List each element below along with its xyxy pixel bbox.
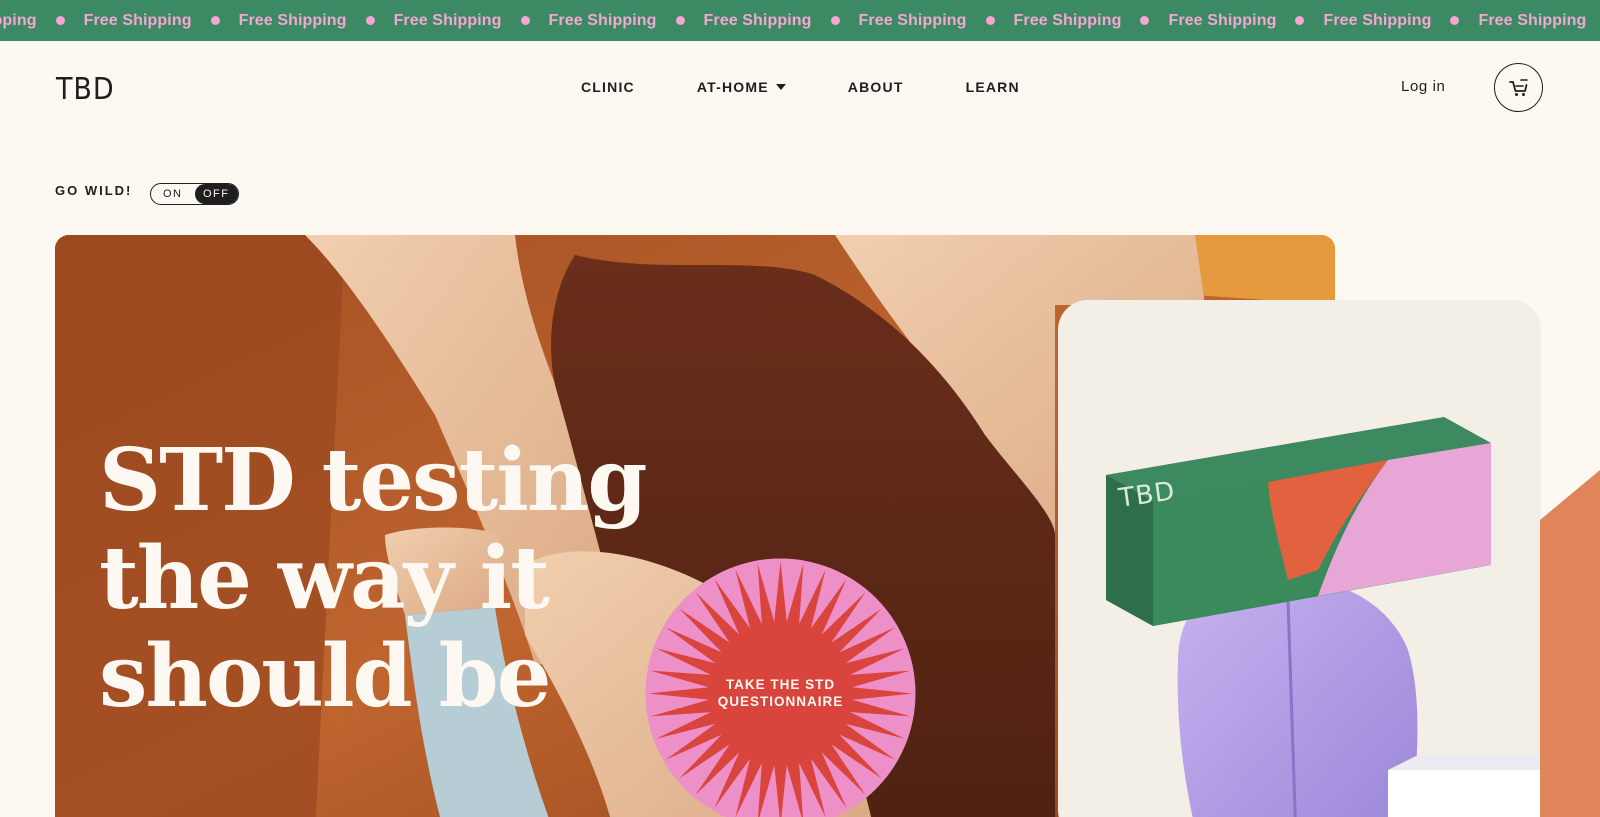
marquee-dot	[675, 16, 685, 25]
nav-item-at-home[interactable]: AT-HOME	[697, 79, 786, 95]
product-image	[1106, 417, 1541, 817]
marquee-text: Free Shipping	[238, 11, 347, 29]
hero-title: STD testing the way it should be	[99, 430, 648, 727]
nav-item-about[interactable]: ABOUT	[848, 79, 904, 95]
cart-icon	[1508, 78, 1528, 96]
site-header: TBD CLINIC AT-HOME ABOUT LEARN Log in	[0, 41, 1600, 131]
product-card: TBD	[1058, 300, 1541, 817]
marquee-dot	[365, 16, 375, 25]
marquee-text: Free Shipping	[1478, 11, 1587, 29]
nav-label-clinic: CLINIC	[581, 79, 635, 95]
shipping-marquee: ipping Free Shipping Free Shipping Free Sh…	[0, 0, 1600, 41]
marquee-dot	[830, 16, 840, 25]
nav-label-at-home: AT-HOME	[696, 79, 769, 95]
cta-line-2: QUESTIONNAIRE	[717, 694, 844, 709]
marquee-text: Free Shipping	[703, 11, 812, 29]
toggle-off-label: OFF	[194, 184, 238, 204]
site-logo[interactable]: TBD	[56, 72, 115, 107]
marquee-track: ipping Free Shipping Free Shipping Free Sh…	[0, 12, 1586, 30]
go-wild-label: GO WILD!	[55, 183, 133, 198]
marquee-dot	[1450, 16, 1460, 25]
toggle-on-label: ON	[163, 188, 183, 200]
login-link[interactable]: Log in	[1401, 78, 1445, 95]
marquee-text: Free Shipping	[1323, 11, 1432, 29]
go-wild-toggle[interactable]: ON OFF	[150, 183, 239, 205]
std-questionnaire-button[interactable]: TAKE THE STD QUESTIONNAIRE	[643, 556, 918, 817]
marquee-text: Free Shipping	[858, 11, 967, 29]
hero-title-line-3: should be	[99, 626, 551, 727]
nav-label-learn: LEARN	[965, 79, 1020, 95]
cta-line-1: TAKE THE STD	[725, 677, 836, 692]
marquee-dot	[55, 16, 65, 25]
nav-item-learn[interactable]: LEARN	[966, 79, 1020, 95]
marquee-text-partial: ipping	[0, 11, 37, 29]
marquee-text: Free Shipping	[1013, 11, 1122, 29]
marquee-text: Free Shipping	[83, 11, 192, 29]
marquee-text: Free Shipping	[393, 11, 502, 29]
std-questionnaire-label: TAKE THE STD QUESTIONNAIRE	[643, 676, 918, 710]
hero-title-line-1: STD testing	[99, 430, 648, 531]
marquee-dot	[1140, 16, 1150, 25]
marquee-dot	[1295, 16, 1305, 25]
marquee-text: Free Shipping	[1168, 11, 1277, 29]
marquee-dot	[520, 16, 530, 25]
nav-label-about: ABOUT	[847, 79, 904, 95]
caret-down-icon	[775, 84, 786, 90]
cart-button[interactable]	[1494, 63, 1543, 112]
marquee-dot	[210, 16, 220, 25]
marquee-text: Free Shipping	[548, 11, 657, 29]
marquee-dot	[985, 16, 995, 25]
main-nav: CLINIC AT-HOME ABOUT LEARN	[581, 79, 1020, 95]
hero-title-line-2: the way it	[99, 528, 550, 629]
decorative-edge-shape	[1540, 470, 1600, 817]
nav-item-clinic[interactable]: CLINIC	[581, 79, 635, 95]
